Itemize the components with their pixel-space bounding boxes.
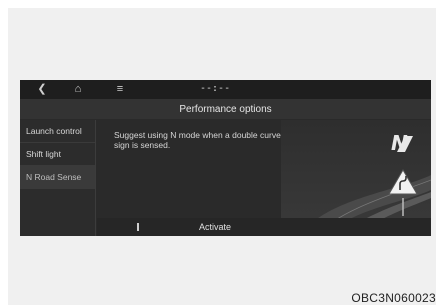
sidebar-item-launch-control[interactable]: Launch control (20, 120, 95, 143)
sidebar-item-label: Launch control (26, 126, 82, 136)
figure-caption: OBC3N060023 (351, 291, 436, 305)
home-icon[interactable]: ⌂ (68, 82, 88, 97)
sidebar-item-label: Shift light (26, 149, 61, 159)
clock: --:-- (200, 83, 231, 94)
activate-label: Activate (199, 222, 232, 232)
top-status-bar: ❮ ⌂ ≡ --:-- (20, 80, 431, 100)
sidebar: Launch control Shift light N Road Sense (20, 120, 96, 236)
menu-icon[interactable]: ≡ (110, 82, 130, 97)
bottom-action-bar: Activate (97, 218, 431, 236)
chevron-left-icon[interactable]: ❮ (32, 82, 52, 97)
activate-toggle[interactable]: Activate (137, 218, 267, 236)
infotainment-screen: ❮ ⌂ ≡ --:-- Performance options Launch c… (20, 80, 431, 236)
toggle-indicator-icon (137, 223, 139, 231)
sidebar-item-n-road-sense[interactable]: N Road Sense (20, 166, 95, 189)
info-message: Suggest using N mode when a double curve… (114, 130, 281, 150)
page-title: Performance options (20, 100, 431, 119)
sidebar-item-shift-light[interactable]: Shift light (20, 143, 95, 166)
sidebar-item-label: N Road Sense (26, 172, 82, 182)
